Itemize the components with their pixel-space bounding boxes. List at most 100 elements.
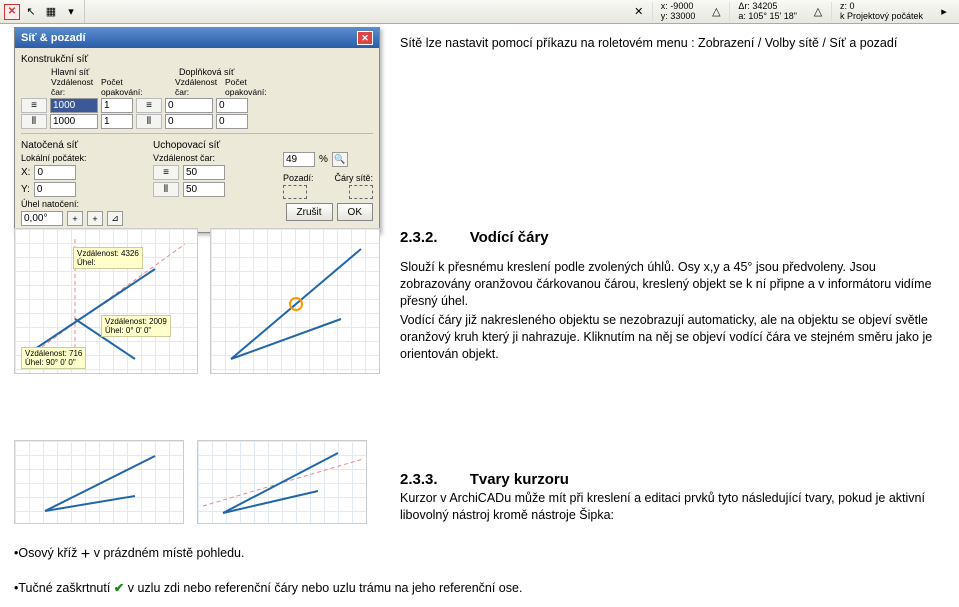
check-icon: ✔ xyxy=(114,581,124,595)
tooltip-2: Vzdálenost: 2009 Úhel: 0° 0' 0" xyxy=(101,315,171,337)
dialog-close-icon[interactable]: ✕ xyxy=(357,31,373,45)
z-readout: z: 0 k Projektový počátek xyxy=(831,2,931,22)
a-label: a: xyxy=(738,11,746,21)
thumb-cursor-2 xyxy=(197,440,367,524)
snap-h-icon: ≡ xyxy=(153,165,179,180)
x-value: -9000 xyxy=(670,1,693,11)
para-intro: Sítě lze nastavit pomocí příkazu na role… xyxy=(400,35,940,52)
row1-rep[interactable] xyxy=(101,98,133,113)
bg-color-swatch[interactable] xyxy=(283,185,307,199)
grid-row-1: ≡ ≡ xyxy=(21,98,373,113)
tt2-dist: Vzdálenost: 2009 xyxy=(105,317,167,326)
inp-y[interactable] xyxy=(34,182,76,197)
hdr-hlavni: Hlavní síť xyxy=(51,67,147,77)
lbl-pocet2: Počet opakování: xyxy=(225,77,267,97)
lbl-vzdalenost2: Vzdálenost čar: xyxy=(175,77,223,97)
z-icon: △ xyxy=(809,3,827,21)
plus-button-2[interactable]: + xyxy=(87,211,103,226)
para-guidelines-2: Vodící čáry již nakresleného objektu se … xyxy=(400,312,948,363)
row2-rep[interactable] xyxy=(101,114,133,129)
chevron-down-icon[interactable]: ▾ xyxy=(62,3,80,21)
inp-snap-y[interactable] xyxy=(183,182,225,197)
grid-h2-icon: ≡ xyxy=(136,98,162,113)
heading-num-1: 2.3.2. xyxy=(400,229,438,246)
cursor-sketch-1 xyxy=(15,441,185,525)
row1-rep2[interactable] xyxy=(216,98,248,113)
x-label: x: xyxy=(661,1,668,11)
toolbar-left-group: ✕ ↖ ▦ ▾ xyxy=(0,0,85,23)
close-icon[interactable]: ✕ xyxy=(4,4,20,20)
lbl-pocet: Počet opakování: xyxy=(101,77,143,97)
grid-row-2: ⦀ ⦀ xyxy=(21,114,373,129)
thumb-cursor-1 xyxy=(14,440,184,524)
para-guidelines-1: Slouží k přesnému kreslení podle zvolený… xyxy=(400,259,948,310)
dr-label: Δr: xyxy=(738,1,750,11)
line-color-swatch[interactable] xyxy=(349,185,373,199)
inp-uhel[interactable] xyxy=(21,211,63,226)
z-label: z: xyxy=(840,1,847,11)
toolbar-readouts: ✕ x: -9000 y: 33000 △ Δr: 34205 a: 105° … xyxy=(624,0,959,23)
tt1-dist: Vzdálenost: 4326 xyxy=(77,249,139,258)
guideline-sketch-2 xyxy=(211,229,381,375)
y-value: 33000 xyxy=(670,11,695,21)
bullet1-pre: •Osový kříž xyxy=(14,546,81,560)
heading-txt-2: Tvary kurzoru xyxy=(470,471,569,488)
target-icon: ✕ xyxy=(630,3,648,21)
pct-label: % xyxy=(319,154,328,165)
row1-dist[interactable] xyxy=(50,98,98,113)
k-value: Projektový počátek xyxy=(847,11,923,21)
plus-icon: + xyxy=(81,546,90,563)
lbl-x: X: xyxy=(21,167,30,178)
section-konstrukcni: Konstrukční síť xyxy=(21,54,373,65)
dialog-body: Konstrukční síť Hlavní síť Doplňková síť… xyxy=(15,48,379,232)
tooltip-1: Vzdálenost: 4326 Úhel: xyxy=(73,247,143,269)
grid-v-icon: ⦀ xyxy=(21,114,47,129)
tt1-ang: Úhel: xyxy=(77,258,139,267)
heading-txt-1: Vodící čáry xyxy=(470,229,549,246)
para-cursor: Kurzor v ArchiCADu může mít při kreslení… xyxy=(400,490,948,524)
ok-button[interactable]: OK xyxy=(337,203,373,221)
delta-icon: △ xyxy=(707,3,725,21)
lbl-vzdalcar: Vzdálenost čar: xyxy=(153,153,253,163)
cancel-button[interactable]: Zrušit xyxy=(286,203,333,221)
z-value: 0 xyxy=(849,1,854,11)
tooltip-3: Vzdálenost: 716 Úhel: 90° 0' 0" xyxy=(21,347,86,369)
lbl-vzdalenost: Vzdálenost čar: xyxy=(51,77,99,97)
section-natocena: Natočená síť xyxy=(21,140,123,151)
grid-v2-icon: ⦀ xyxy=(136,114,162,129)
tt3-dist: Vzdálenost: 716 xyxy=(25,349,82,358)
grid-toggle-icon[interactable]: ▦ xyxy=(42,3,60,21)
hdr-doplnkova: Doplňková síť xyxy=(179,67,234,77)
inp-snap-x[interactable] xyxy=(183,165,225,180)
row1-dist2[interactable] xyxy=(165,98,213,113)
lbl-y: Y: xyxy=(21,184,30,195)
row2-dist[interactable] xyxy=(50,114,98,129)
row2-rep2[interactable] xyxy=(216,114,248,129)
lbl-pozadi: Pozadí: xyxy=(283,173,314,183)
section-uchop: Uchopovací síť xyxy=(153,140,253,151)
xy-readout: x: -9000 y: 33000 xyxy=(652,2,704,22)
heading-guidelines: 2.3.2. Vodící čáry xyxy=(400,228,549,248)
thumb-guidelines-2 xyxy=(210,228,380,374)
plus-button[interactable]: + xyxy=(67,211,83,226)
k-label: k xyxy=(840,11,845,21)
top-toolbar: ✕ ↖ ▦ ▾ ✕ x: -9000 y: 33000 △ Δr: 34205 … xyxy=(0,0,959,24)
dropdown-icon[interactable]: ▸ xyxy=(935,3,953,21)
cursor-icon[interactable]: ↖ xyxy=(22,3,40,21)
row2-dist2[interactable] xyxy=(165,114,213,129)
align-button[interactable]: ⊿ xyxy=(107,211,123,226)
bullet2-post: v uzlu zdi nebo referenční čáry nebo uzl… xyxy=(124,581,522,595)
dialog-titlebar[interactable]: Síť & pozadí ✕ xyxy=(15,28,379,48)
heading-cursor: 2.3.3. Tvary kurzoru xyxy=(400,470,569,490)
grid-settings-dialog: Síť & pozadí ✕ Konstrukční síť Hlavní sí… xyxy=(14,27,380,233)
snap-v-icon: ⦀ xyxy=(153,182,179,197)
grid-h-icon: ≡ xyxy=(21,98,47,113)
bullet-2: •Tučné zaškrtnutí ✔ v uzlu zdi nebo refe… xyxy=(14,580,522,595)
inp-pct[interactable] xyxy=(283,152,315,167)
a-value: 105° 15' 18" xyxy=(748,11,797,21)
cursor-sketch-2 xyxy=(198,441,368,525)
tt2-ang: Úhel: 0° 0' 0" xyxy=(105,326,167,335)
polar-readout: Δr: 34205 a: 105° 15' 18" xyxy=(729,2,805,22)
zoom-in-icon[interactable]: 🔍 xyxy=(332,152,348,167)
inp-x[interactable] xyxy=(34,165,76,180)
